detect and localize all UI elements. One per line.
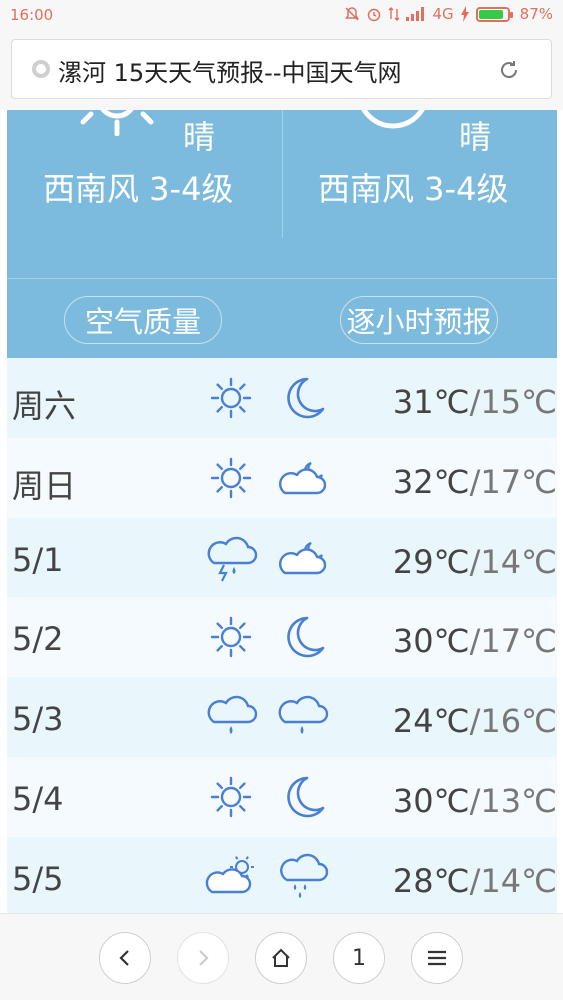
- moon-icon: [287, 617, 325, 658]
- browser-toolbar: 漯河 15天天气预报--中国天气网: [0, 32, 563, 110]
- temp-high: 31℃: [392, 383, 470, 421]
- sun-icon: [210, 457, 252, 498]
- battery-fill: [478, 9, 504, 19]
- forecast-temperature: 24℃/16℃: [393, 702, 557, 740]
- alarm-icon: [366, 6, 382, 22]
- temp-separator: /: [469, 542, 481, 581]
- temp-high: 24℃: [392, 702, 470, 741]
- page-title: 漯河 15天天气预报--中国天气网: [58, 59, 402, 87]
- forecast-day: 5/2: [12, 620, 64, 659]
- chevron-right-icon: [199, 950, 209, 966]
- sun-icon: [210, 776, 252, 818]
- temp-high: 32℃: [392, 462, 470, 501]
- today-night: 晴 西南风 3-4级: [283, 110, 557, 278]
- moon-icon: [287, 776, 325, 818]
- temp-low: 17℃: [480, 622, 557, 661]
- air-quality-button[interactable]: 空气质量: [64, 296, 222, 344]
- forecast-temperature: 28℃/14℃: [393, 862, 557, 900]
- night-condition: 晴: [459, 118, 492, 156]
- temp-low: 16℃: [480, 702, 557, 741]
- home-icon: [272, 948, 290, 967]
- moon-icon: [361, 110, 425, 129]
- battery-icon: [475, 6, 513, 22]
- rain-icon: [207, 696, 258, 735]
- night-wind: 西南风 3-4级: [318, 170, 509, 208]
- forecast-temperature: 31℃/15℃: [393, 383, 557, 421]
- temp-low: 17℃: [480, 462, 557, 501]
- sun-icon: [80, 110, 154, 136]
- forecast-list: 周六 31℃/15℃ 周日 32℃/17℃ 5/1 29℃/14℃ 5/2 30…: [7, 358, 557, 913]
- forecast-temperature: 30℃/17℃: [393, 622, 557, 660]
- temp-high: 29℃: [392, 542, 470, 581]
- forecast-day: 5/4: [12, 779, 64, 818]
- menu-icon: [428, 950, 446, 966]
- today-day: 晴 西南风 3-4级: [7, 110, 282, 278]
- menu-button[interactable]: [411, 932, 463, 984]
- today-panel: 晴 西南风 3-4级 晴 西南风 3-4级 空气质量 逐小时预报: [7, 110, 557, 358]
- charging-icon: [460, 6, 470, 22]
- cloud-sun-icon: [205, 855, 254, 893]
- signal-icon: [406, 7, 426, 21]
- browser-bottom-nav: 1: [0, 913, 563, 1000]
- network-type: 4G: [432, 5, 454, 23]
- rain-icon: [278, 696, 329, 735]
- chevron-left-icon: [119, 950, 129, 966]
- forecast-day: 周六: [12, 387, 77, 425]
- heavy-rain-icon: [280, 853, 329, 898]
- forecast-row: 5/4 30℃/13℃: [7, 756, 557, 837]
- divider: [7, 278, 557, 279]
- temp-low: 14℃: [480, 542, 557, 581]
- hourly-forecast-button[interactable]: 逐小时预报: [340, 296, 498, 344]
- tabs-button[interactable]: 1: [333, 932, 385, 984]
- forecast-day: 5/1: [12, 540, 64, 579]
- forecast-row: 5/2 30℃/17℃: [7, 597, 557, 678]
- forecast-day: 5/3: [12, 700, 64, 739]
- forecast-row: 5/1 29℃/14℃: [7, 517, 557, 598]
- sun-icon: [210, 617, 252, 658]
- battery-percent: 87%: [519, 5, 553, 23]
- thunderstorm-icon: [207, 536, 258, 582]
- forecast-row: 5/5 28℃/14℃: [7, 836, 557, 913]
- mute-icon: [344, 6, 360, 22]
- tab-count: 1: [352, 945, 366, 971]
- temp-low: 15℃: [480, 383, 557, 421]
- forward-button[interactable]: [177, 932, 229, 984]
- cloud-moon-icon: [278, 461, 327, 494]
- forecast-day: 周日: [12, 466, 77, 505]
- forecast-row: 5/3 24℃/16℃: [7, 677, 557, 757]
- temp-separator: /: [469, 702, 481, 741]
- temp-high: 30℃: [392, 622, 470, 661]
- address-bar[interactable]: 漯河 15天天气预报--中国天气网: [11, 39, 552, 99]
- home-button[interactable]: [255, 932, 307, 984]
- day-condition: 晴: [183, 118, 216, 156]
- day-wind: 西南风 3-4级: [43, 170, 234, 208]
- forecast-temperature: 29℃/14℃: [393, 543, 557, 581]
- temp-separator: /: [469, 383, 481, 421]
- forecast-temperature: 30℃/13℃: [393, 782, 557, 820]
- reload-icon[interactable]: [497, 58, 521, 82]
- temp-separator: /: [469, 462, 481, 501]
- temp-high: 28℃: [392, 861, 470, 900]
- status-time: 16:00: [10, 6, 54, 24]
- sun-icon: [210, 377, 252, 419]
- forecast-temperature: 32℃/17℃: [393, 463, 557, 501]
- status-bar: 16:00 4G 87%: [0, 0, 563, 32]
- temp-high: 30℃: [392, 781, 470, 820]
- screen: 16:00 4G 87% 漯河 15天天气预报--中国天气网 晴 西南风 3-4…: [0, 0, 563, 1000]
- temp-separator: /: [469, 781, 481, 820]
- back-button[interactable]: [99, 932, 151, 984]
- page-loading-icon: [32, 60, 50, 78]
- forecast-row: 周六 31℃/15℃: [7, 358, 557, 438]
- temp-separator: /: [469, 861, 481, 900]
- forecast-row: 周日 32℃/17℃: [7, 437, 557, 518]
- status-icons: 4G 87%: [344, 5, 553, 23]
- temp-low: 13℃: [480, 781, 557, 820]
- temp-low: 14℃: [480, 861, 557, 900]
- forecast-day: 5/5: [12, 859, 64, 898]
- data-transfer-icon: [388, 6, 400, 22]
- moon-icon: [287, 377, 325, 419]
- temp-separator: /: [469, 622, 481, 661]
- cloud-moon-icon: [278, 541, 327, 574]
